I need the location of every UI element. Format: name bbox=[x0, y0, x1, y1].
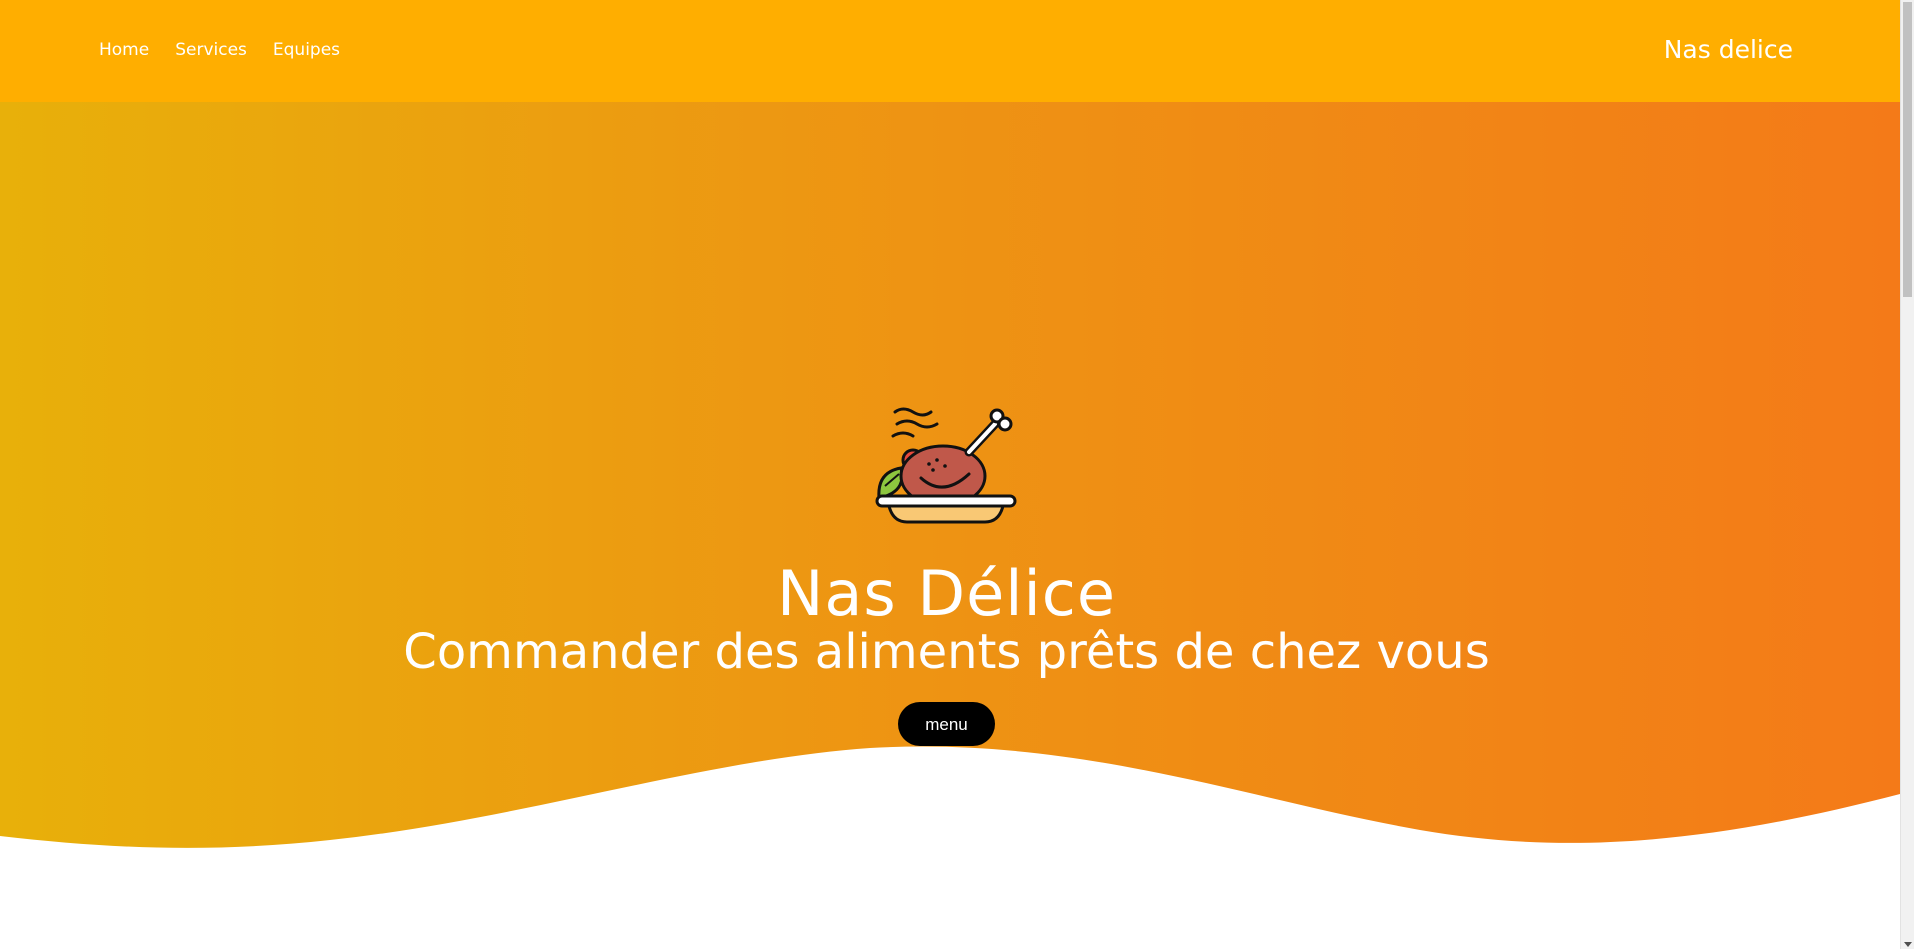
hero-subtitle: Commander des aliments prêts de chez vou… bbox=[403, 624, 1490, 680]
nav-links: Home Services Equipes bbox=[99, 0, 340, 100]
nav-link-equipes[interactable]: Equipes bbox=[273, 40, 340, 60]
page: Nas Délice Commander des aliments prêts … bbox=[0, 0, 1914, 949]
nav-link-services[interactable]: Services bbox=[175, 40, 247, 60]
nav-link-home[interactable]: Home bbox=[99, 40, 149, 60]
wave-divider bbox=[0, 746, 1900, 949]
roast-chicken-plate-icon bbox=[875, 407, 1017, 524]
vertical-scrollbar[interactable] bbox=[1900, 0, 1914, 949]
brand-logo[interactable]: Nas delice bbox=[1664, 0, 1793, 100]
scrollbar-thumb[interactable] bbox=[1903, 2, 1912, 297]
page-content: Nas Délice Commander des aliments prêts … bbox=[0, 0, 1900, 949]
top-navbar: Home Services Equipes Nas delice bbox=[0, 0, 1900, 102]
scroll-down-arrow-icon[interactable] bbox=[1904, 942, 1912, 947]
